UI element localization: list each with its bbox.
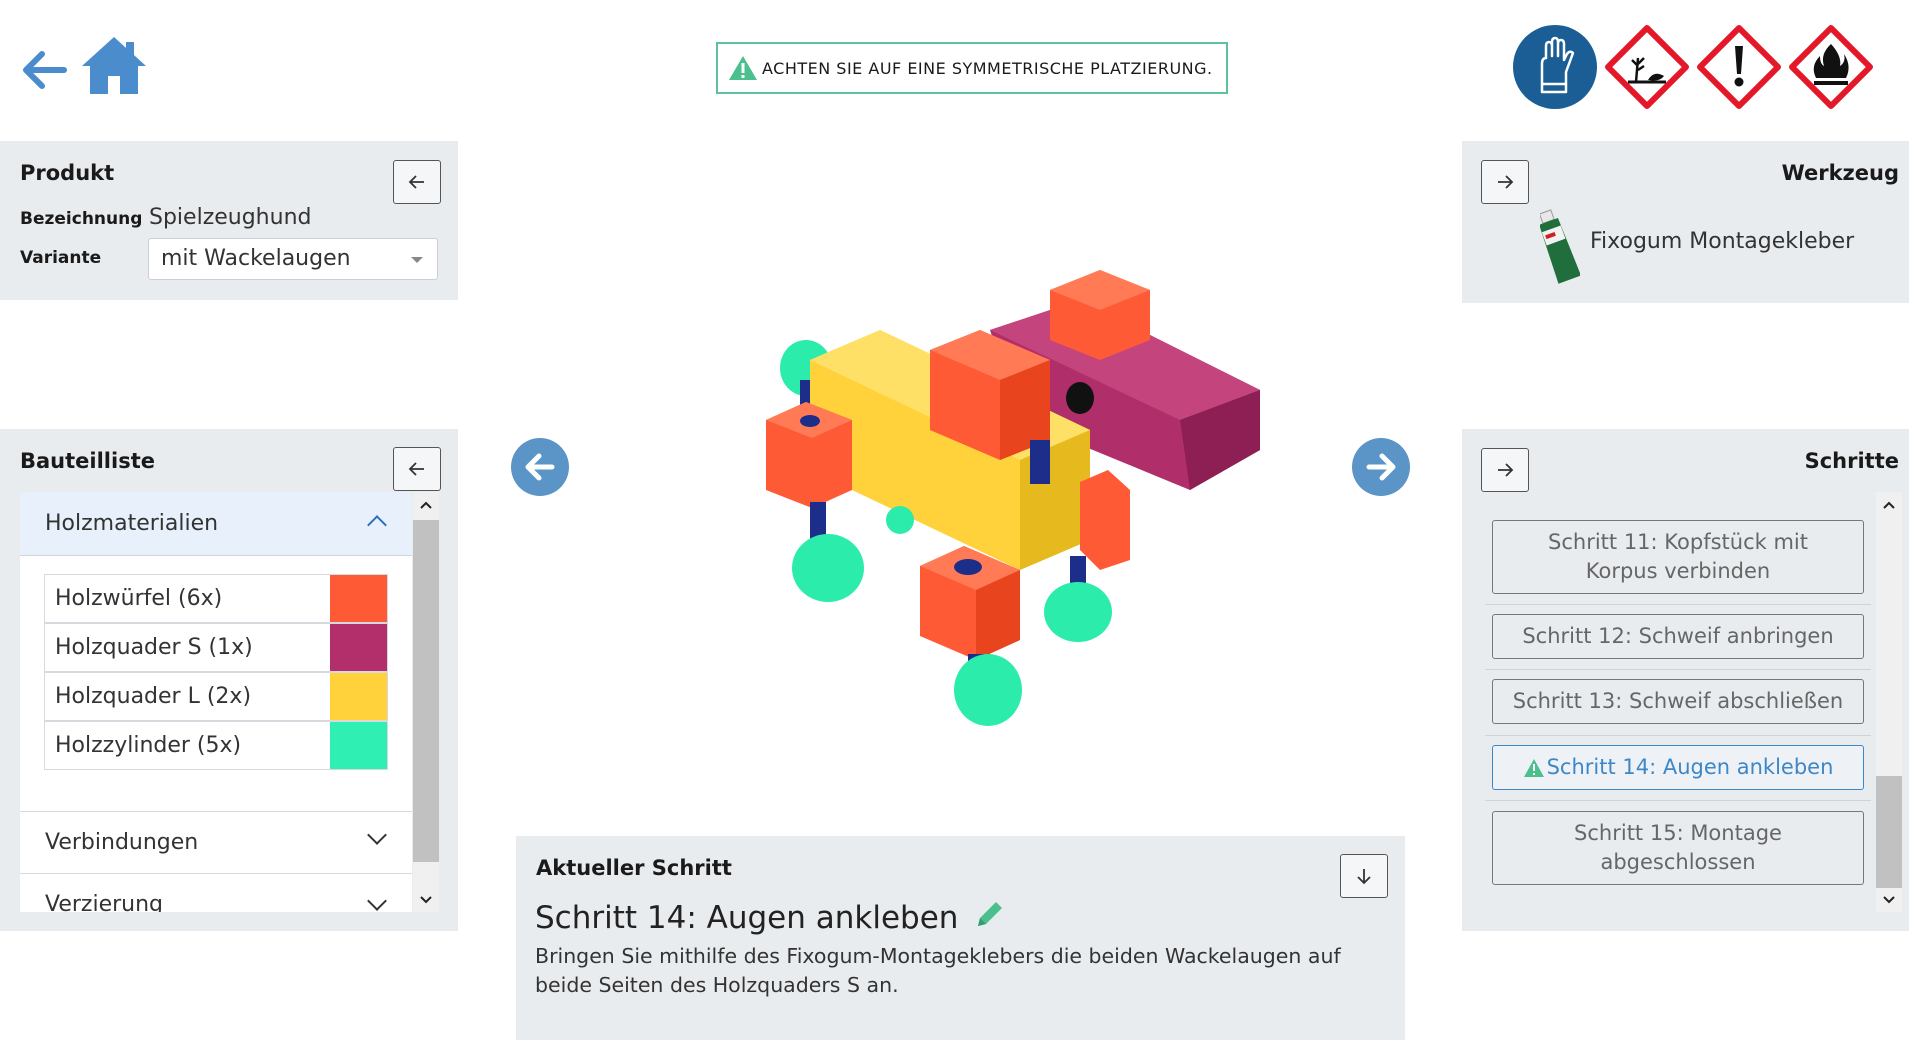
accordion-label: Holzmaterialien xyxy=(45,511,219,536)
previous-step-button[interactable] xyxy=(511,438,569,496)
back-button[interactable] xyxy=(20,48,70,92)
divider xyxy=(1485,669,1871,670)
collapse-parts-button[interactable] xyxy=(393,447,441,491)
part-row: Holzzylinder (5x) xyxy=(44,721,388,770)
color-swatch xyxy=(330,673,387,720)
parts-title: Bauteilliste xyxy=(20,449,155,473)
color-swatch xyxy=(330,624,387,671)
scroll-up-arrow[interactable] xyxy=(417,496,435,514)
accordion-wood-materials[interactable]: Holzmaterialien xyxy=(20,492,412,556)
tool-item-label: Fixogum Montagekleber xyxy=(1590,229,1855,254)
collapse-current-step-button[interactable] xyxy=(1340,854,1388,898)
chevron-down-icon xyxy=(367,891,387,911)
chevron-up-icon xyxy=(420,501,432,509)
warning-icon xyxy=(729,56,757,80)
current-step-title-text: Schritt 14: Augen ankleben xyxy=(535,900,959,936)
warning-icon xyxy=(1523,758,1544,777)
variant-select-value: mit Wackelaugen xyxy=(161,246,351,271)
designation-label: Bezeichnung xyxy=(20,209,143,229)
chevron-down-icon xyxy=(420,896,432,904)
step-label: Schritt 13: Schweif abschließen xyxy=(1512,689,1844,713)
flammable-hazard-icon xyxy=(1788,24,1874,110)
arrow-right-icon xyxy=(1366,453,1396,481)
steps-scrollbar-thumb[interactable] xyxy=(1876,776,1902,888)
warning-banner: ACHTEN SIE AUF EINE SYMMETRISCHE PLATZIE… xyxy=(716,42,1228,94)
designation-value: Spielzeughund xyxy=(149,205,312,230)
part-name: Holzzylinder (5x) xyxy=(55,733,242,758)
step-label: Schritt 12: Schweif anbringen xyxy=(1522,624,1834,648)
current-step-title: Schritt 14: Augen ankleben xyxy=(535,898,1006,936)
step-item-12[interactable]: Schritt 12: Schweif anbringen xyxy=(1492,614,1864,659)
glue-tube-icon xyxy=(1538,207,1582,287)
part-name: Holzquader L (2x) xyxy=(55,684,252,709)
collapse-steps-button[interactable] xyxy=(1481,448,1529,492)
arrow-left-icon xyxy=(408,462,424,476)
scroll-down-arrow[interactable] xyxy=(417,891,435,909)
chevron-up-icon xyxy=(367,515,387,535)
gloves-icon xyxy=(1512,24,1598,110)
arrow-right-icon xyxy=(1498,463,1514,477)
chevron-up-icon xyxy=(1883,501,1895,509)
step-label: Schritt 14: Augen ankleben xyxy=(1546,755,1834,779)
step-label: Schritt 15: Montage abgeschlossen xyxy=(1574,821,1782,874)
accordion-label: Verbindungen xyxy=(45,830,199,855)
toy-dog-model-illustration xyxy=(766,270,1260,726)
pencil-icon xyxy=(978,902,1003,926)
parts-scrollbar-thumb[interactable] xyxy=(413,520,439,862)
divider xyxy=(1485,735,1871,736)
arrow-down-icon xyxy=(1357,869,1371,885)
step-label: Schritt 11: Kopfstück mit Korpus verbind… xyxy=(1548,530,1808,583)
color-swatch xyxy=(330,575,387,622)
chevron-down-icon xyxy=(367,825,387,845)
current-step-description: Bringen Sie mithilfe des Fixogum-Montage… xyxy=(535,944,1341,997)
current-step-heading: Aktueller Schritt xyxy=(536,856,732,880)
scroll-up-arrow[interactable] xyxy=(1880,496,1898,514)
divider xyxy=(1485,800,1871,801)
part-row: Holzquader S (1x) xyxy=(44,623,388,672)
accordion-label: Verzierung xyxy=(45,892,164,912)
step-item-15[interactable]: Schritt 15: Montage abgeschlossen xyxy=(1492,811,1864,885)
step-item-11[interactable]: Schritt 11: Kopfstück mit Korpus verbind… xyxy=(1492,520,1864,594)
arrow-left-icon xyxy=(408,175,424,189)
collapse-tools-button[interactable] xyxy=(1481,160,1529,204)
warning-text: ACHTEN SIE AUF EINE SYMMETRISCHE PLATZIE… xyxy=(762,58,1213,78)
tools-panel: Werkzeug Fixogum Montagekleber xyxy=(1462,141,1909,303)
tools-title: Werkzeug xyxy=(1781,161,1899,185)
part-name: Holzwürfel (6x) xyxy=(55,586,223,611)
environment-hazard-icon xyxy=(1604,24,1690,110)
part-name: Holzquader S (1x) xyxy=(55,635,253,660)
next-step-button[interactable] xyxy=(1352,438,1410,496)
part-row: Holzquader L (2x) xyxy=(44,672,388,721)
step-item-14[interactable]: Schritt 14: Augen ankleben xyxy=(1492,745,1864,790)
steps-title: Schritte xyxy=(1804,449,1899,473)
color-swatch xyxy=(330,722,387,769)
exclamation-hazard-icon xyxy=(1696,24,1782,110)
back-arrow-icon xyxy=(23,51,67,89)
part-row: Holzwürfel (6x) xyxy=(44,574,388,623)
chevron-down-icon xyxy=(411,257,423,263)
home-button[interactable] xyxy=(80,34,148,96)
current-step-panel: Aktueller Schritt xyxy=(516,836,1405,1040)
arrow-left-icon xyxy=(525,453,555,481)
3d-model-view[interactable] xyxy=(740,270,1280,730)
variant-select[interactable]: mit Wackelaugen xyxy=(148,238,438,280)
accordion-decoration[interactable]: Verzierung xyxy=(20,873,412,912)
accordion-connections[interactable]: Verbindungen xyxy=(20,811,412,873)
chevron-down-icon xyxy=(1883,896,1895,904)
collapse-product-button[interactable] xyxy=(393,160,441,204)
wood-materials-list: Holzwürfel (6x) Holzquader S (1x) Holzqu… xyxy=(20,556,412,812)
product-title: Produkt xyxy=(20,161,115,185)
variant-label: Variante xyxy=(20,248,102,268)
arrow-right-icon xyxy=(1498,175,1514,189)
home-icon xyxy=(82,37,146,94)
step-item-13[interactable]: Schritt 13: Schweif abschließen xyxy=(1492,679,1864,724)
divider xyxy=(1485,604,1871,605)
scroll-down-arrow[interactable] xyxy=(1880,891,1898,909)
